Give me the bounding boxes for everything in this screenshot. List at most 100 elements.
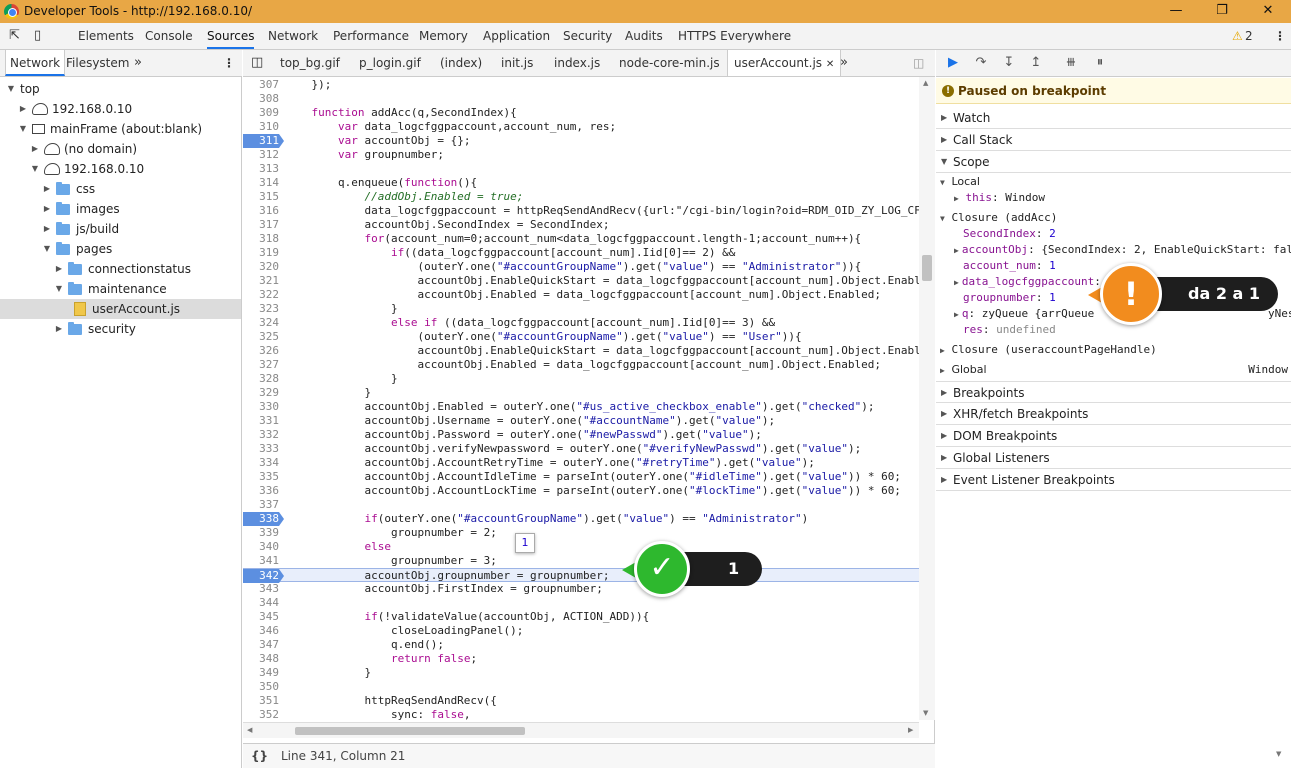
tree-item[interactable]: userAccount.js — [0, 299, 241, 319]
line-number[interactable]: 330 — [243, 400, 279, 414]
section-event-listener-breakpoints[interactable]: ▶ Event Listener Breakpoints — [936, 469, 1291, 491]
code-line[interactable]: 318 for(account_num=0;account_num<data_l… — [243, 232, 919, 246]
navigator-tab-network[interactable]: Network — [5, 50, 66, 76]
scroll-thumb[interactable] — [922, 255, 932, 281]
hscroll-thumb[interactable] — [295, 727, 525, 735]
code-line[interactable]: 340 else — [243, 540, 919, 554]
line-number[interactable]: 322 — [243, 288, 279, 302]
tab-elements[interactable]: Elements — [78, 23, 134, 49]
code-line[interactable]: 323 } — [243, 302, 919, 316]
line-number[interactable]: 313 — [243, 162, 279, 176]
code-line[interactable]: 308 — [243, 92, 919, 106]
toggle-navigator-icon[interactable]: ◫ — [251, 50, 263, 76]
code-line[interactable]: 320 (outerY.one("#accountGroupName").get… — [243, 260, 919, 274]
tab-memory[interactable]: Memory — [419, 23, 468, 49]
line-number[interactable]: 327 — [243, 358, 279, 372]
line-number[interactable]: 320 — [243, 260, 279, 274]
collapse-triangle-icon[interactable]: ▼ — [42, 239, 52, 259]
scope-this[interactable]: ▶ this: Window — [954, 190, 1045, 206]
code-line[interactable]: 330 accountObj.Enabled = outerY.one("#us… — [243, 400, 919, 414]
line-number[interactable]: 335 — [243, 470, 279, 484]
tree-item[interactable]: ▼ pages — [0, 239, 241, 259]
tab-audits[interactable]: Audits — [625, 23, 663, 49]
editor-tab[interactable]: p_login.gif — [359, 50, 421, 76]
line-number[interactable]: 325 — [243, 330, 279, 344]
line-number[interactable]: 341 — [243, 554, 279, 568]
line-number[interactable]: 346 — [243, 624, 279, 638]
scope-property[interactable]: ▶ accountObj: {SecondIndex: 2, EnableQuic… — [954, 242, 1291, 258]
device-toolbar-icon[interactable]: ▯ — [34, 23, 41, 49]
code-line[interactable]: 322 accountObj.Enabled = data_logcfggpac… — [243, 288, 919, 302]
section-dom-breakpoints[interactable]: ▶ DOM Breakpoints — [936, 425, 1291, 447]
line-number[interactable]: 348 — [243, 652, 279, 666]
code-line[interactable]: 313 — [243, 162, 919, 176]
navigator-tab-filesystem[interactable]: Filesystem — [66, 50, 129, 76]
more-editor-tabs-icon[interactable]: » — [840, 50, 848, 76]
code-line[interactable]: 350 — [243, 680, 919, 694]
scope-closure[interactable]: ▼ Closure (addAcc) — [940, 210, 1057, 226]
line-number[interactable]: 337 — [243, 498, 279, 512]
line-number[interactable]: 332 — [243, 428, 279, 442]
resume-icon[interactable]: ▶ — [944, 54, 962, 72]
tree-item[interactable]: ▼ mainFrame (about:blank) — [0, 119, 241, 139]
scope-property[interactable]: account_num: 1 — [963, 258, 1056, 274]
restore-icon[interactable]: ❐ — [1199, 0, 1245, 23]
code-line[interactable]: 329 } — [243, 386, 919, 400]
expand-triangle-icon[interactable]: ▶ — [54, 319, 64, 339]
code-line[interactable]: 327 accountObj.Enabled = data_logcfggpac… — [243, 358, 919, 372]
line-number[interactable]: 340 — [243, 540, 279, 554]
line-number[interactable]: 323 — [243, 302, 279, 316]
tree-item[interactable]: ▶ js/build — [0, 219, 241, 239]
code-line[interactable]: 309 function addAcc(q,SecondIndex){ — [243, 106, 919, 120]
line-number[interactable]: 326 — [243, 344, 279, 358]
expand-triangle-icon[interactable]: ▶ — [42, 179, 52, 199]
scope-closure-2[interactable]: ▶ Closure (useraccountPageHandle) — [940, 342, 1157, 358]
code-line[interactable]: 337 — [243, 498, 919, 512]
expand-triangle-icon[interactable]: ▶ — [30, 139, 40, 159]
code-line[interactable]: 345 if(!validateValue(accountObj, ACTION… — [243, 610, 919, 624]
line-number[interactable]: 344 — [243, 596, 279, 610]
line-number[interactable]: 314 — [243, 176, 279, 190]
collapse-triangle-icon[interactable]: ▼ — [6, 79, 16, 99]
line-number[interactable]: 334 — [243, 456, 279, 470]
pretty-print-icon[interactable]: {} — [251, 744, 268, 768]
editor-horizontal-scrollbar[interactable]: ◀ ▶ — [243, 722, 919, 738]
line-number[interactable]: 336 — [243, 484, 279, 498]
breakpoint-marker[interactable]: 342 — [243, 569, 284, 583]
line-number[interactable]: 339 — [243, 526, 279, 540]
section-breakpoints[interactable]: ▶ Breakpoints — [936, 381, 1291, 403]
scroll-left-icon[interactable]: ◀ — [247, 726, 252, 734]
line-number[interactable]: 319 — [243, 246, 279, 260]
code-line[interactable]: 333 accountObj.verifyNewpassword = outer… — [243, 442, 919, 456]
step-out-icon[interactable]: ↥ — [1027, 54, 1045, 72]
code-line[interactable]: 312 var groupnumber; — [243, 148, 919, 162]
tab-https-everywhere[interactable]: HTTPS Everywhere — [678, 23, 791, 49]
scroll-up-icon[interactable]: ▲ — [923, 79, 928, 87]
editor-vertical-scrollbar[interactable]: ▲ ▼ — [919, 77, 935, 720]
code-line[interactable]: 324 else if ((data_logcfggpaccount[accou… — [243, 316, 919, 330]
code-line[interactable]: 315 //addObj.Enabled = true; — [243, 190, 919, 204]
code-line[interactable]: 339 groupnumber = 2; — [243, 526, 919, 540]
line-number[interactable]: 352 — [243, 708, 279, 722]
scope-property[interactable]: ▶q: zyQueue {arrQueueyNes — [954, 306, 1291, 322]
line-number[interactable]: 316 — [243, 204, 279, 218]
line-number[interactable]: 343 — [243, 582, 279, 596]
code-line[interactable]: 328 } — [243, 372, 919, 386]
code-line[interactable]: 307 }); — [243, 78, 919, 92]
tab-sources[interactable]: Sources — [207, 23, 255, 49]
code-line[interactable]: 317 accountObj.SecondIndex = SecondIndex… — [243, 218, 919, 232]
tree-item[interactable]: ▶ connectionstatus — [0, 259, 241, 279]
line-number[interactable]: 312 — [243, 148, 279, 162]
line-number[interactable]: 349 — [243, 666, 279, 680]
collapse-triangle-icon[interactable]: ▼ — [30, 159, 40, 179]
editor-tab[interactable]: init.js — [501, 50, 533, 76]
scope-property[interactable]: ▶ data_logcfggpaccount: — [954, 274, 1101, 290]
tree-item[interactable]: ▶ 192.168.0.10 — [0, 99, 241, 119]
warning-icon[interactable]: ⚠ — [1232, 23, 1243, 49]
code-line[interactable]: 352 sync: false, — [243, 708, 919, 722]
expand-triangle-icon[interactable]: ▶ — [42, 219, 52, 239]
collapse-triangle-icon[interactable]: ▼ — [54, 279, 64, 299]
code-line[interactable]: 334 accountObj.AccountRetryTime = outerY… — [243, 456, 919, 470]
line-number[interactable]: 329 — [243, 386, 279, 400]
code-editor[interactable]: 307 }); 308 309 function addAcc(q,SecondIn… — [243, 77, 935, 775]
